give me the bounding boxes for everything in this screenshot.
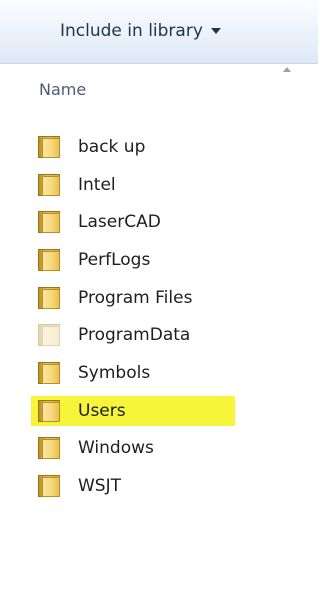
list-item-label: Users <box>78 400 126 421</box>
folder-icon <box>38 437 62 460</box>
list-item-label: Windows <box>78 438 154 459</box>
folder-icon <box>38 248 62 271</box>
folder-icon <box>38 135 62 158</box>
list-item-label: Program Files <box>78 287 193 308</box>
folder-icon <box>38 361 62 384</box>
list-item[interactable]: Symbols <box>0 354 318 392</box>
list-item-label: Intel <box>78 174 116 195</box>
list-item-label: LaserCAD <box>78 212 161 233</box>
folder-icon <box>38 475 62 498</box>
list-item[interactable]: WSJT <box>0 467 318 505</box>
list-item[interactable]: Windows <box>0 430 318 468</box>
list-item-label: ProgramData <box>78 325 191 346</box>
chevron-down-icon <box>210 28 221 34</box>
list-item[interactable]: back up <box>0 128 318 166</box>
name-column-header[interactable]: Name <box>39 80 86 99</box>
list-item[interactable]: PerfLogs <box>0 241 318 279</box>
sort-ascending-icon <box>283 67 291 72</box>
file-list: back up Intel LaserCAD PerfLogs Program … <box>0 128 318 505</box>
include-in-library-label: Include in library <box>60 21 203 41</box>
folder-icon <box>38 286 62 309</box>
list-item-label: back up <box>78 136 146 157</box>
column-header: Name <box>0 64 318 120</box>
list-item[interactable]: ProgramData <box>0 316 318 354</box>
include-in-library-button[interactable]: Include in library <box>60 18 221 44</box>
list-item[interactable]: Program Files <box>0 279 318 317</box>
list-item-label: WSJT <box>78 476 121 497</box>
list-item-label: PerfLogs <box>78 249 151 270</box>
folder-icon <box>38 173 62 196</box>
list-item-label: Symbols <box>78 362 151 383</box>
folder-icon <box>38 324 62 347</box>
list-item[interactable]: Intel <box>0 166 318 204</box>
list-item[interactable]: LaserCAD <box>0 203 318 241</box>
toolbar: Include in library <box>0 0 318 64</box>
list-item[interactable]: Users <box>0 392 318 430</box>
folder-icon <box>38 211 62 234</box>
folder-icon <box>38 399 62 422</box>
